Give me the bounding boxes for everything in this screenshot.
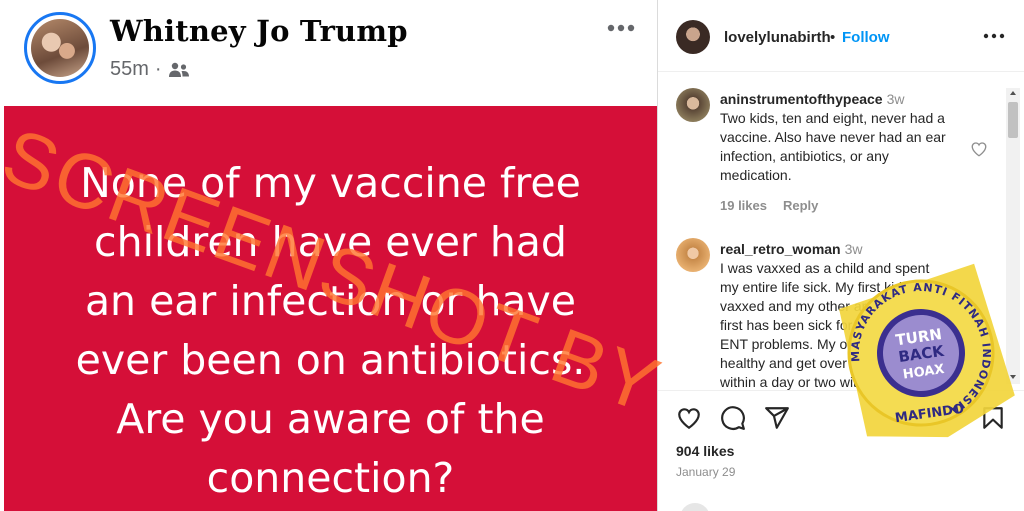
- scroll-down-arrow-icon[interactable]: [1008, 372, 1018, 382]
- author-avatar[interactable]: [24, 12, 96, 84]
- facebook-post: Whitney Jo Trump 55m · None of my vaccin…: [0, 0, 657, 511]
- comment-line: first has been sick for years with: [720, 317, 920, 333]
- commenter-username[interactable]: real_retro_woman: [720, 241, 841, 257]
- text-line: None of my vaccine free: [80, 159, 581, 207]
- text-line: connection?: [206, 454, 455, 502]
- comment-actions: 19 likes Reply: [720, 198, 834, 213]
- comments-scrollbar[interactable]: [1006, 88, 1020, 384]
- text-line: ever been on antibiotics.: [75, 336, 586, 384]
- avatar-photo: [31, 19, 89, 77]
- comment-icon[interactable]: [720, 405, 746, 431]
- text-line: an ear infection or have: [84, 277, 577, 325]
- comment-line: vaxxed and my other are not. My: [720, 298, 924, 314]
- commenter-avatar[interactable]: [676, 88, 710, 122]
- follow-button[interactable]: Follow: [842, 29, 890, 46]
- comment-line: Two kids, ten and eight, never had a: [720, 110, 945, 126]
- ig-header: lovelylunabirth • Follow: [658, 0, 1024, 72]
- post-header: Whitney Jo Trump 55m ·: [0, 0, 657, 106]
- meta-separator: ·: [154, 58, 162, 80]
- heart-icon[interactable]: [676, 405, 702, 431]
- comment-time[interactable]: 3w: [887, 91, 905, 107]
- bookmark-icon[interactable]: [980, 405, 1006, 431]
- comment-body: real_retro_woman 3w I was vaxxed as a chi…: [720, 240, 970, 390]
- post-meta: 55m ·: [110, 58, 190, 81]
- profile-avatar[interactable]: [676, 20, 710, 54]
- post-image-text: None of my vaccine free children have ev…: [4, 154, 657, 508]
- more-horizontal-icon[interactable]: [604, 18, 638, 38]
- commenter-username[interactable]: aninstrumentofthypeace: [720, 91, 883, 107]
- comments-list: aninstrumentofthypeace 3w Two kids, ten a…: [658, 76, 1024, 390]
- comment-line: infection, antibiotics, or any: [720, 148, 889, 164]
- header-separator: •: [830, 29, 836, 46]
- text-line: Are you aware of the: [116, 395, 545, 443]
- comment-item: real_retro_woman 3w I was vaxxed as a chi…: [658, 230, 1003, 390]
- likes-count[interactable]: 904 likes: [676, 443, 734, 459]
- post-date[interactable]: January 29: [676, 465, 735, 479]
- send-icon[interactable]: [764, 405, 790, 431]
- instagram-panel: lovelylunabirth • Follow aninstrumentoft…: [657, 0, 1024, 511]
- post-time[interactable]: 55m: [110, 58, 149, 81]
- comment-line: I was vaxxed as a child and spent: [720, 260, 930, 276]
- friends-icon[interactable]: [168, 62, 190, 78]
- comment-line: vaccine. Also have never had an ear: [720, 129, 946, 145]
- scrollbar-thumb[interactable]: [1008, 102, 1018, 138]
- comment-item: aninstrumentofthypeace 3w Two kids, ten a…: [658, 80, 1003, 230]
- comment-time[interactable]: 3w: [845, 241, 863, 257]
- comment-line: medication.: [720, 167, 792, 183]
- post-image[interactable]: None of my vaccine free children have ev…: [4, 106, 657, 511]
- author-name[interactable]: Whitney Jo Trump: [110, 14, 408, 48]
- comment-line: healthy and get over anything: [720, 355, 904, 371]
- heart-icon[interactable]: [970, 140, 988, 158]
- comment-body: aninstrumentofthypeace 3w Two kids, ten a…: [720, 90, 970, 185]
- heart-icon[interactable]: [970, 376, 988, 390]
- scroll-up-arrow-icon[interactable]: [1008, 88, 1018, 98]
- post-actions: 904 likes January 29: [658, 390, 1024, 511]
- reply-button[interactable]: Reply: [783, 198, 818, 213]
- profile-username[interactable]: lovelylunabirth: [724, 29, 831, 46]
- more-horizontal-icon[interactable]: [983, 32, 1005, 40]
- current-user-avatar: [680, 503, 710, 511]
- text-line: children have ever had: [94, 218, 567, 266]
- comment-line: ENT problems. My others are: [720, 336, 903, 352]
- comment-likes[interactable]: 19 likes: [720, 198, 767, 213]
- commenter-avatar[interactable]: [676, 238, 710, 272]
- comment-line: within a day or two with no: [720, 374, 885, 390]
- comment-line: my entire life sick. My first kid is: [720, 279, 917, 295]
